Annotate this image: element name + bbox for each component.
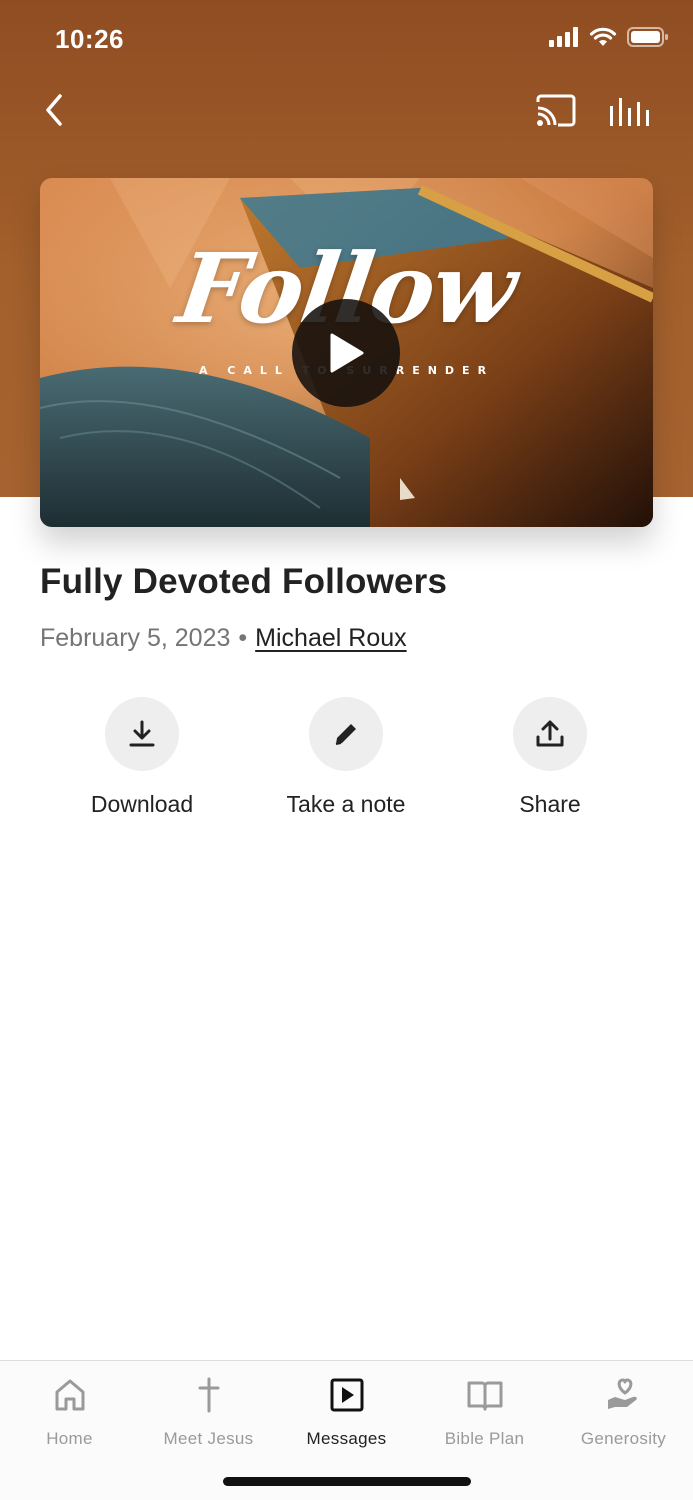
audio-button[interactable] (606, 92, 652, 132)
share-button[interactable]: Share (450, 697, 650, 818)
status-bar: 10:26 (0, 0, 693, 80)
tab-generosity[interactable]: Generosity (554, 1375, 693, 1449)
message-meta: February 5, 2023 • Michael Roux (40, 624, 407, 653)
tab-home-label: Home (46, 1429, 93, 1448)
home-indicator (223, 1477, 471, 1486)
back-button[interactable] (36, 88, 76, 132)
tab-bible-plan[interactable]: Bible Plan (415, 1375, 554, 1449)
tab-messages[interactable]: Messages (277, 1375, 416, 1449)
wifi-icon (589, 27, 617, 52)
message-artwork: Follow A CALL TO SURRENDER (40, 178, 653, 527)
status-time: 10:26 (55, 24, 124, 54)
message-date: February 5, 2023 (40, 624, 231, 652)
take-note-label: Take a note (286, 791, 406, 817)
message-title: Fully Devoted Followers (40, 562, 448, 601)
play-square-icon (277, 1375, 416, 1415)
pencil-icon (335, 724, 356, 745)
cast-button[interactable] (534, 92, 578, 132)
take-note-button[interactable]: Take a note (246, 697, 446, 818)
share-label: Share (519, 791, 581, 817)
status-icons (549, 26, 669, 53)
tab-generosity-label: Generosity (580, 1429, 667, 1448)
take-note-circle (309, 697, 383, 771)
share-icon (536, 720, 564, 747)
tab-messages-label: Messages (306, 1429, 387, 1448)
action-row: Download Take a note Share (0, 697, 693, 827)
tab-bible-plan-label: Bible Plan (444, 1429, 525, 1448)
speaker-link[interactable]: Michael Roux (255, 624, 406, 653)
play-button[interactable] (292, 299, 400, 407)
download-label: Download (90, 791, 194, 817)
chevron-left-icon (46, 94, 62, 126)
share-circle (513, 697, 587, 771)
cast-icon (536, 94, 576, 127)
tab-meet-jesus[interactable]: Meet Jesus (139, 1375, 278, 1449)
cellular-signal-icon (549, 27, 579, 52)
play-icon (330, 333, 364, 373)
download-icon (129, 720, 155, 747)
cross-icon (139, 1375, 278, 1415)
home-icon (0, 1375, 139, 1415)
download-circle (105, 697, 179, 771)
download-button[interactable]: Download (42, 697, 242, 818)
tab-meet-jesus-label: Meet Jesus (163, 1429, 254, 1448)
audio-bars-icon (610, 98, 649, 126)
battery-icon (627, 26, 669, 53)
book-icon (415, 1375, 554, 1415)
tab-home[interactable]: Home (0, 1375, 139, 1449)
meta-separator: • (238, 624, 248, 652)
heart-hand-icon (554, 1375, 693, 1415)
